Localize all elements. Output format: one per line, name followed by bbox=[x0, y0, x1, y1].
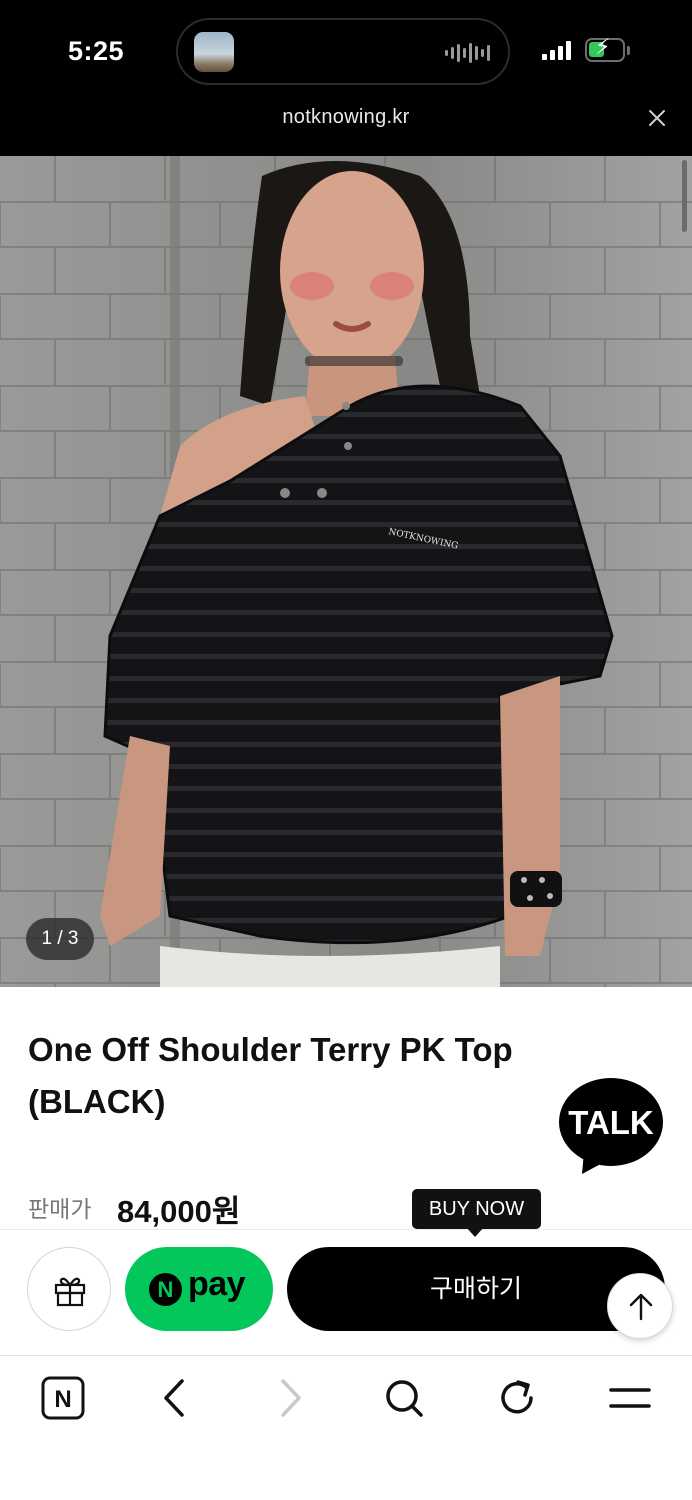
price-value: 84,000원 bbox=[117, 1194, 241, 1229]
chevron-right-icon bbox=[281, 1379, 301, 1417]
menu-icon bbox=[609, 1388, 651, 1408]
reload-icon bbox=[501, 1380, 533, 1414]
status-time: 5:25 bbox=[68, 36, 125, 66]
gift-button[interactable] bbox=[27, 1247, 111, 1331]
naver-pay-button[interactable]: N pay bbox=[125, 1247, 273, 1331]
page-scrollbar[interactable] bbox=[682, 160, 687, 232]
forward-button[interactable] bbox=[267, 1375, 313, 1421]
arrow-up-icon bbox=[629, 1293, 653, 1321]
kakao-talk-bubble-icon: TALK bbox=[559, 1078, 663, 1174]
audio-waveform-icon bbox=[445, 42, 490, 64]
status-bar: 5:25 ⚡ notknowing.kr bbox=[0, 0, 692, 156]
buy-button[interactable]: 구매하기 bbox=[287, 1247, 665, 1331]
price-label: 판매가 bbox=[28, 1196, 92, 1222]
kakao-talk-button[interactable]: TALK bbox=[556, 1076, 666, 1176]
gift-icon bbox=[54, 1277, 86, 1307]
cellular-signal-icon bbox=[542, 41, 571, 60]
back-button[interactable] bbox=[152, 1375, 198, 1421]
naver-home-icon: N bbox=[41, 1376, 85, 1420]
naver-pay-label: pay bbox=[188, 1265, 246, 1303]
browser-toolbar bbox=[0, 1355, 692, 1500]
product-photo: NOTKNOWING bbox=[0, 156, 692, 987]
now-playing-thumbnail bbox=[194, 32, 234, 72]
tooltip-tail bbox=[466, 1227, 484, 1237]
reload-button[interactable] bbox=[494, 1375, 540, 1421]
dynamic-island[interactable] bbox=[176, 18, 510, 85]
battery-icon: ⚡ bbox=[585, 36, 625, 62]
buy-now-tooltip: BUY NOW bbox=[412, 1189, 541, 1229]
menu-button[interactable] bbox=[607, 1375, 653, 1421]
image-counter: 1 / 3 bbox=[26, 918, 94, 960]
chevron-left-icon bbox=[164, 1379, 184, 1417]
product-image[interactable]: NOTKNOWING bbox=[0, 156, 692, 987]
close-icon[interactable] bbox=[645, 106, 669, 130]
search-icon bbox=[386, 1380, 423, 1417]
page-url[interactable]: notknowing.kr bbox=[0, 106, 692, 129]
naver-n-icon: N bbox=[149, 1273, 182, 1306]
product-title: One Off Shoulder Terry PK Top (BLACK) bbox=[28, 1031, 513, 1120]
scroll-to-top-button[interactable] bbox=[607, 1273, 673, 1339]
kakao-talk-label: TALK bbox=[568, 1104, 654, 1141]
naver-home-button[interactable]: N bbox=[40, 1375, 86, 1421]
naver-home-letter: N bbox=[54, 1386, 71, 1413]
search-button[interactable] bbox=[381, 1375, 427, 1421]
